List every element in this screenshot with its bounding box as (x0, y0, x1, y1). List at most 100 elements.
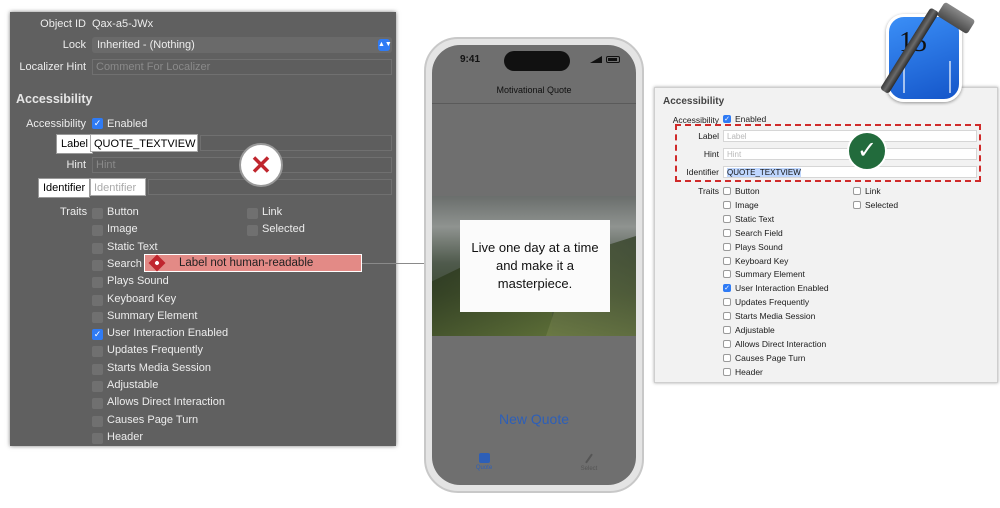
hint-label: Hint (66, 159, 86, 171)
trait-checkbox[interactable] (723, 200, 731, 209)
localizer-hint-row: Localizer Hint Comment For Localizer (10, 59, 396, 75)
trait-checkbox[interactable] (92, 277, 103, 289)
quote-text: Live one day at a time and make it a mas… (471, 240, 599, 291)
trait-label: Link (262, 206, 283, 218)
right-enabled-label: Enabled (735, 114, 767, 124)
chevron-updown-icon: ▲▼ (378, 39, 392, 51)
status-icons (586, 56, 620, 64)
trait-checkbox[interactable] (92, 398, 103, 410)
trait-checkbox[interactable] (723, 214, 731, 223)
xcode-blueprint-lines (903, 61, 951, 93)
trait-checkbox[interactable] (723, 326, 731, 334)
trait-label: Adjustable (735, 325, 775, 335)
trait-label: Plays Sound (107, 275, 169, 288)
trait-label: Selected (865, 199, 899, 210)
trait-label: Selected (262, 223, 305, 236)
trait-checkbox[interactable] (92, 294, 103, 306)
iphone-frame: 9:41 Motivational Quote Live one day at … (424, 37, 644, 493)
trait-checkbox[interactable] (723, 312, 731, 321)
right-traits-label: Traits (698, 186, 719, 196)
tab-select-label: Select (580, 466, 598, 472)
label-field[interactable]: QUOTE_TEXTVIEW (90, 134, 198, 152)
signal-icon (590, 56, 602, 63)
success-badge: ✓ (847, 131, 887, 171)
trait-checkbox[interactable] (853, 200, 861, 209)
identifier-callout: Identifier (38, 178, 91, 198)
tab-select[interactable]: Select (559, 453, 619, 472)
trait-checkbox[interactable] (723, 256, 731, 265)
lock-row: Lock Inherited - (Nothing) ▲▼ (10, 37, 396, 53)
object-id-row: Object ID Qax-a5-JWx (10, 16, 396, 32)
trait-label: Header (107, 430, 144, 443)
trait-label: Search (107, 257, 142, 270)
trait-label: Header (735, 366, 763, 377)
error-badge: ✕ (239, 143, 283, 187)
trait-label: Image (107, 223, 138, 236)
trait-checkbox[interactable] (723, 228, 731, 237)
trait-label: Starts Media Session (107, 361, 211, 374)
trait-checkbox[interactable] (92, 208, 103, 219)
new-quote-button[interactable]: New Quote (432, 411, 636, 427)
trait-checkbox[interactable] (92, 363, 103, 375)
trait-label: Updates Frequently (735, 297, 810, 308)
highlight-dashed-box (675, 124, 981, 182)
trait-label: User Interaction Enabled (107, 327, 229, 340)
tab-quote[interactable]: Quote (454, 453, 514, 471)
right-enabled-checkbox[interactable]: ✓ (723, 115, 731, 123)
trait-label: Updates Frequently (107, 344, 203, 357)
identifier-field[interactable]: Identifier (90, 178, 146, 196)
accessibility-enabled-checkbox[interactable]: ✓ (92, 118, 103, 129)
trait-checkbox[interactable] (92, 242, 103, 254)
trait-checkbox[interactable] (723, 187, 731, 195)
traits-label: Traits (60, 206, 88, 218)
trait-label: Button (107, 206, 139, 218)
trait-checkbox[interactable]: ✓ (723, 284, 731, 293)
trait-label: Static Text (735, 213, 775, 224)
trait-checkbox[interactable] (92, 432, 103, 444)
tab-quote-label: Quote (475, 465, 493, 471)
trait-checkbox[interactable] (247, 208, 258, 219)
phone-screen: 9:41 Motivational Quote Live one day at … (432, 45, 636, 485)
trait-checkbox[interactable] (92, 381, 103, 392)
trait-checkbox[interactable] (92, 415, 103, 427)
quote-textview: Live one day at a time and make it a mas… (460, 220, 610, 312)
trait-label: Allows Direct Interaction (107, 396, 225, 409)
x-mark-icon: ✕ (250, 150, 272, 180)
trait-label: Button (735, 186, 760, 196)
trait-checkbox[interactable] (92, 346, 103, 358)
localizer-hint-label: Localizer Hint (19, 61, 86, 73)
pencil-icon (585, 453, 593, 464)
trait-label: Starts Media Session (735, 311, 816, 322)
trait-checkbox[interactable] (723, 339, 731, 348)
trait-label: Static Text (107, 240, 158, 253)
trait-checkbox[interactable] (92, 311, 103, 323)
battery-icon (606, 56, 620, 63)
status-time: 9:41 (460, 54, 481, 65)
lock-label: Lock (62, 39, 86, 51)
trait-checkbox[interactable] (723, 353, 731, 362)
left-inspector-panel: Object ID Qax-a5-JWx Lock Inherited - (N… (10, 12, 396, 446)
trait-checkbox[interactable] (723, 270, 731, 279)
hint-row: Hint Hint (10, 157, 396, 173)
trait-checkbox[interactable] (92, 259, 103, 271)
trait-label: Summary Element (107, 309, 198, 322)
nav-title: Motivational Quote (496, 85, 572, 95)
trait-checkbox[interactable] (723, 242, 731, 251)
quote-bubble-icon (478, 453, 490, 463)
trait-label: Causes Page Turn (735, 352, 806, 363)
trait-checkbox[interactable] (853, 187, 861, 195)
trait-checkbox[interactable]: ✓ (92, 329, 103, 341)
nav-divider (432, 103, 636, 104)
lock-popup[interactable]: Inherited - (Nothing) ▲▼ (92, 37, 392, 53)
trait-label: Causes Page Turn (107, 413, 199, 426)
trait-checkbox[interactable] (723, 298, 731, 307)
trait-checkbox[interactable] (247, 225, 258, 237)
object-id-label: Object ID (40, 18, 86, 30)
trait-checkbox[interactable] (723, 367, 731, 376)
trait-checkbox[interactable] (92, 225, 103, 237)
warning-icon (148, 254, 166, 272)
enabled-label: Enabled (107, 118, 148, 130)
trait-label: Image (735, 199, 759, 210)
localizer-hint-field[interactable]: Comment For Localizer (92, 59, 392, 75)
label-field-rest (200, 135, 392, 151)
